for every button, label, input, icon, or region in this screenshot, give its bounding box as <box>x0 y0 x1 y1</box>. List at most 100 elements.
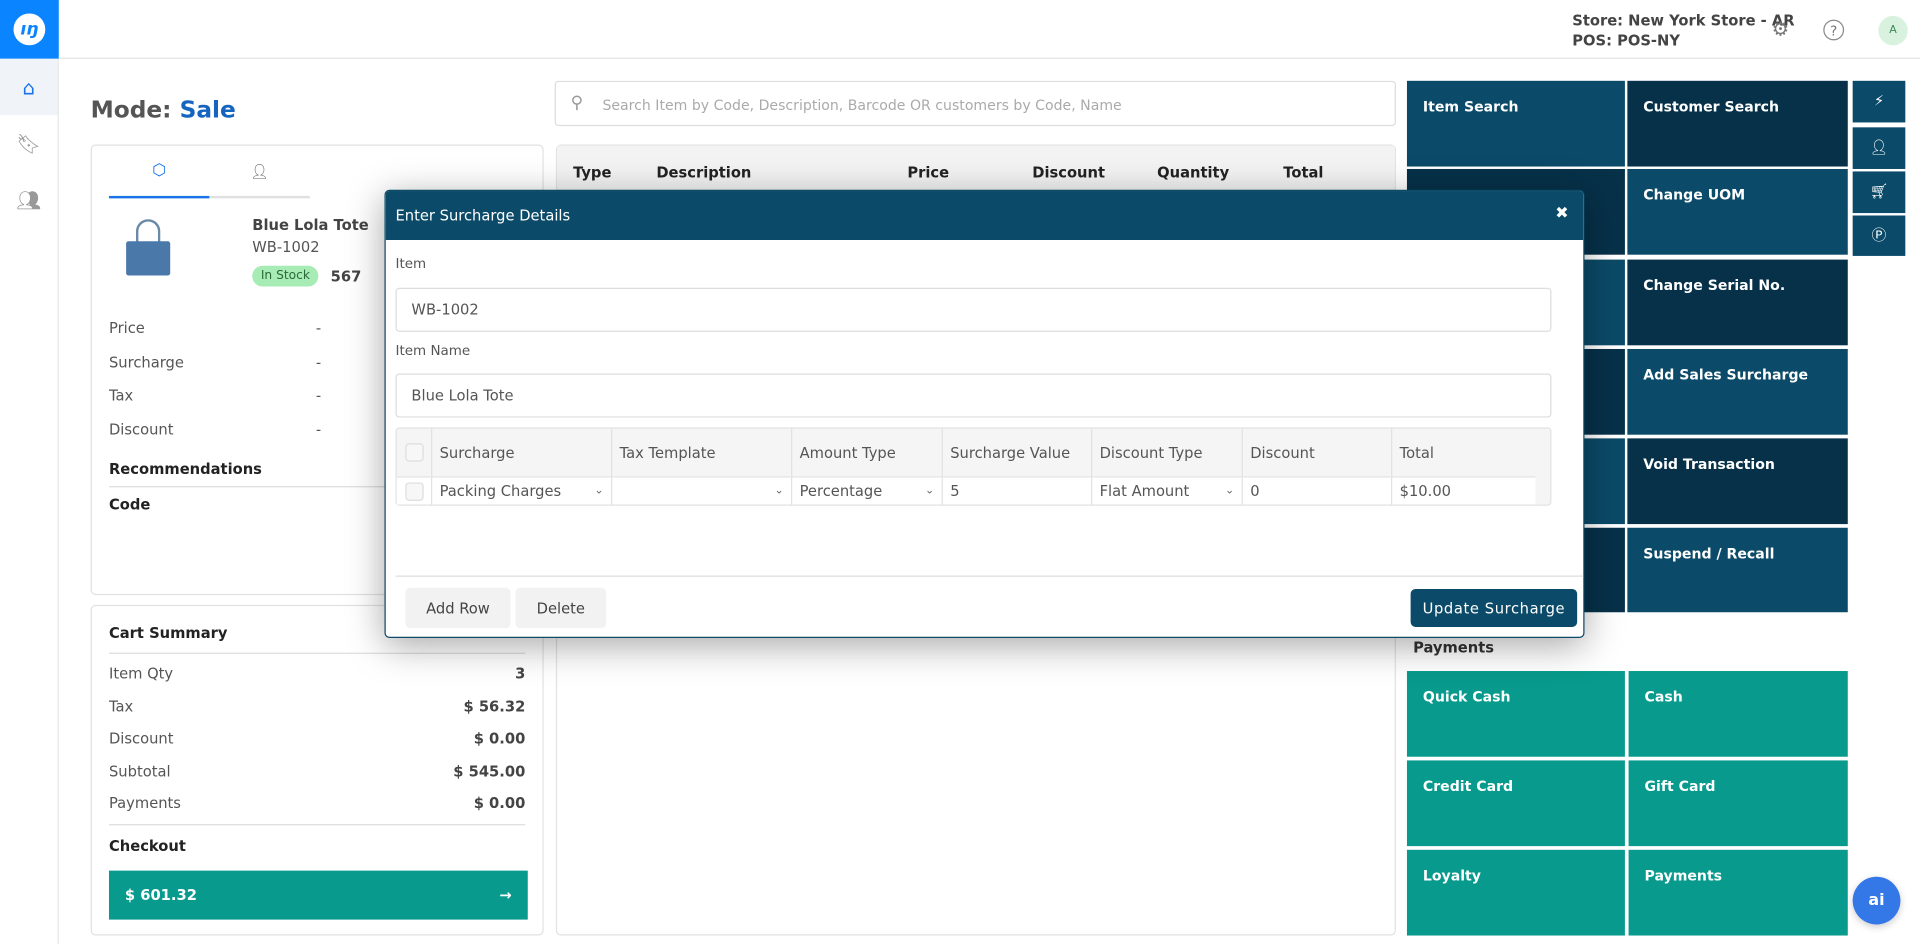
amount-type-select[interactable]: Percentage ⌄ <box>791 477 942 505</box>
select-all-checkbox[interactable] <box>397 429 431 477</box>
payment-quick-cash[interactable]: Quick Cash <box>1406 671 1625 757</box>
surcharge-value-input[interactable]: 5 <box>941 477 1091 505</box>
detail-value: - <box>315 353 322 371</box>
recommendations-heading: Recommendations <box>108 460 262 478</box>
bookmark-icon: 🔖︎ <box>16 131 42 155</box>
divider <box>108 824 526 826</box>
column-header: Discount Type <box>1091 428 1242 477</box>
action-tile-add-sales-surcharge[interactable]: Add Sales Surcharge <box>1627 348 1848 435</box>
discount-type-value: Flat Amount <box>1099 482 1190 500</box>
sidebar-item-bookmarks[interactable]: 🔖︎ <box>0 115 58 171</box>
surcharge-modal: Enter Surcharge Details ✖ Item WB-1002 It… <box>384 189 1585 638</box>
arrow-right-icon: → <box>499 886 512 904</box>
column-header: Description <box>656 164 752 182</box>
cart-summary-title: Cart Summary <box>108 624 228 642</box>
cart-row-value: $ 545.00 <box>453 762 526 780</box>
help-icon[interactable]: ? <box>1823 19 1845 41</box>
payment-loyalty[interactable]: Loyalty <box>1406 849 1625 936</box>
discount-value: 0 <box>1250 482 1260 500</box>
store-name: Store: New York Store - AR <box>1572 12 1795 30</box>
sidebar-item-customers[interactable]: 👥︎ <box>0 171 58 227</box>
amount-type-value: Percentage <box>799 482 883 500</box>
cart-row-label: Subtotal <box>108 762 171 780</box>
detail-label: Price <box>108 319 145 337</box>
action-tile-suspend-recall[interactable]: Suspend / Recall <box>1627 527 1848 613</box>
item-label: Item <box>395 255 427 272</box>
payments-heading: Payments <box>1413 639 1495 657</box>
search-placeholder: Search Item by Code, Description, Barcod… <box>602 96 1122 114</box>
action-tile-customer-search[interactable]: Customer Search <box>1627 80 1848 167</box>
modal-header: Enter Surcharge Details ✖ <box>385 191 1584 241</box>
avatar[interactable]: A <box>1878 15 1908 46</box>
payment-payments[interactable]: Payments <box>1628 849 1848 936</box>
column-header: Discount <box>1032 164 1105 182</box>
add-row-button[interactable]: Add Row <box>405 587 511 629</box>
home-icon: ⌂ <box>22 75 35 99</box>
search-input[interactable]: ⚲ Search Item by Code, Description, Barco… <box>554 80 1396 127</box>
box-icon: ⬡ <box>152 161 167 181</box>
mode-value: Sale <box>179 96 236 124</box>
users-icon: 👥︎ <box>16 187 42 212</box>
payment-credit-card[interactable]: Credit Card <box>1406 760 1625 847</box>
cart-row-label: Payments <box>108 794 181 812</box>
total-cell: $10.00 <box>1391 477 1535 505</box>
gear-icon[interactable]: ⚙ <box>1768 17 1792 41</box>
pos-name: POS: POS-NY <box>1572 31 1680 49</box>
points-button[interactable]: Ⓟ <box>1852 215 1906 256</box>
tax-template-select[interactable]: ⌄ <box>611 477 791 505</box>
app-logo[interactable]: ıŋ <box>0 0 59 59</box>
tab-item[interactable]: ⬡ <box>108 158 210 199</box>
checkout-label: Checkout <box>108 837 186 855</box>
item-field[interactable]: WB-1002 <box>395 287 1552 332</box>
payment-cash[interactable]: Cash <box>1628 671 1848 757</box>
surcharge-select[interactable]: Packing Charges ⌄ <box>431 477 611 505</box>
table-row: Packing Charges ⌄ ⌄ Percentage ⌄ 5 Flat Am… <box>396 476 1536 505</box>
cart-button[interactable]: 🛒︎ <box>1852 171 1906 214</box>
product-code: WB-1002 <box>252 238 320 256</box>
action-tile-left[interactable]: Item Search <box>1406 80 1625 167</box>
detail-label: Surcharge <box>108 353 184 371</box>
discount-input[interactable]: 0 <box>1241 477 1391 505</box>
cart-row-label: Tax <box>108 697 134 715</box>
checkout-button[interactable]: $ 601.32 → <box>108 870 528 920</box>
product-image <box>126 219 171 276</box>
bolt-button[interactable]: ⚡ <box>1852 80 1906 123</box>
detail-value: - <box>315 386 322 405</box>
column-header: Surcharge <box>431 428 611 477</box>
payment-gift-card[interactable]: Gift Card <box>1628 760 1848 847</box>
chevron-down-icon: ⌄ <box>774 484 784 498</box>
page-title: Mode: Sale <box>91 97 236 124</box>
status-badge: In Stock <box>252 265 319 287</box>
row-checkbox[interactable] <box>397 478 431 505</box>
cart-row-label: Item Qty <box>108 664 174 683</box>
cart-row-label: Discount <box>108 729 174 747</box>
action-tile-change-serial-no-[interactable]: Change Serial No. <box>1627 259 1848 346</box>
surcharge-value-text: 5 <box>950 482 960 500</box>
points-icon: Ⓟ <box>1871 226 1887 244</box>
update-surcharge-button[interactable]: Update Surcharge <box>1410 588 1578 627</box>
detail-label: Discount <box>108 420 174 438</box>
user-icon: 👤︎ <box>1869 138 1889 156</box>
detail-label: Tax <box>108 386 134 405</box>
chevron-down-icon: ⌄ <box>1225 484 1235 498</box>
store-info: Store: New York Store - AR POS: POS-NY <box>1572 11 1794 50</box>
action-tile-change-uom[interactable]: Change UOM <box>1627 168 1848 255</box>
close-icon[interactable]: ✖ <box>1555 204 1568 222</box>
user-button[interactable]: 👤︎ <box>1852 127 1906 169</box>
item-name-field[interactable]: Blue Lola Tote <box>395 373 1552 418</box>
surcharge-value: Packing Charges <box>439 482 562 500</box>
column-header: Price <box>907 164 950 182</box>
detail-value: - <box>315 420 322 438</box>
total-value: $10.00 <box>1399 482 1452 500</box>
action-tile-void-transaction[interactable]: Void Transaction <box>1627 438 1848 525</box>
delete-button[interactable]: Delete <box>515 587 607 629</box>
tab-customer[interactable]: 👤︎ <box>209 158 310 199</box>
cart-row-value: $ 0.00 <box>473 729 526 747</box>
divider <box>108 652 526 654</box>
cart-row-value: $ 56.32 <box>463 697 526 715</box>
column-header: Type <box>573 164 612 182</box>
discount-type-select[interactable]: Flat Amount ⌄ <box>1091 477 1242 505</box>
sidebar-item-home[interactable]: ⌂ <box>0 58 58 116</box>
ai-assistant-button[interactable]: ai <box>1852 876 1901 925</box>
cart-row-value: $ 0.00 <box>473 794 526 812</box>
